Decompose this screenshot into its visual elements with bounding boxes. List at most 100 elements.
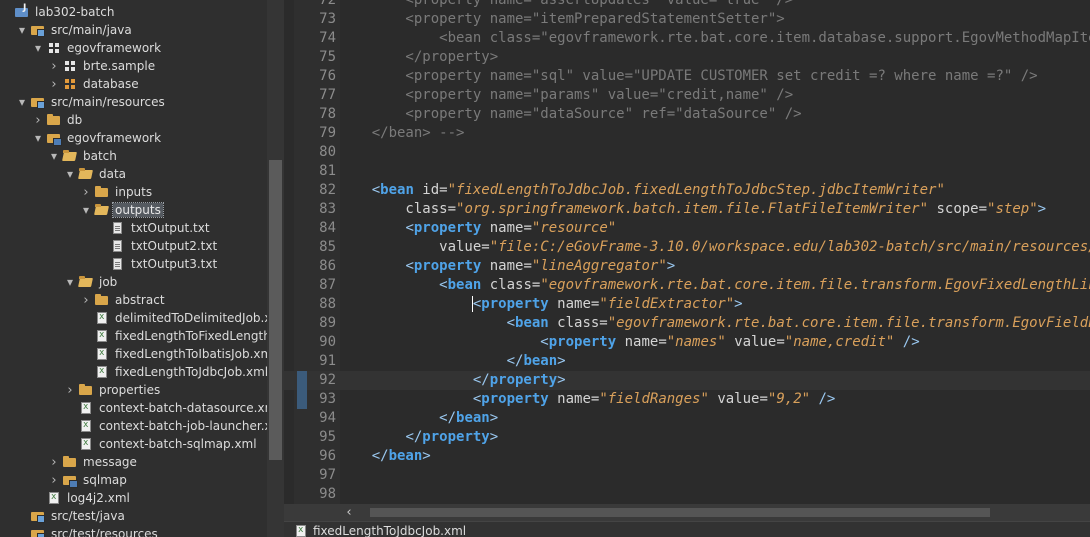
tree-item[interactable]: src/test/resources — [0, 525, 267, 537]
tree-item[interactable]: fixedLengthToFixedLengthJob — [0, 327, 267, 345]
tree-item[interactable]: outputs — [0, 201, 267, 219]
tree-item[interactable]: txtOutput2.txt — [0, 237, 267, 255]
code-line[interactable]: 95 </property> — [284, 428, 1090, 447]
chevron-right-icon[interactable] — [48, 59, 60, 73]
code-text[interactable]: </property> — [338, 48, 498, 67]
code-line[interactable]: 77 <property name="params" value="credit… — [284, 86, 1090, 105]
code-line[interactable]: 79 </bean> --> — [284, 124, 1090, 143]
chevron-down-icon[interactable] — [16, 95, 28, 109]
tree-item[interactable]: delimitedToDelimitedJob.xml — [0, 309, 267, 327]
xml-editor[interactable]: 72 <property name="assertUpdates" value=… — [284, 0, 1090, 504]
chevron-down-icon[interactable] — [48, 149, 60, 163]
code-line[interactable]: 89 <bean class="egovframework.rte.bat.co… — [284, 314, 1090, 333]
tree-item[interactable]: context-batch-datasource.xml — [0, 399, 267, 417]
code-line[interactable]: 72 <property name="assertUpdates" value=… — [284, 0, 1090, 10]
code-text[interactable]: </property> — [338, 428, 498, 447]
code-line[interactable]: 86 <property name="lineAggregator"> — [284, 257, 1090, 276]
code-text[interactable]: <bean id="fixedLengthToJdbcJob.fixedLeng… — [338, 181, 945, 200]
code-text[interactable]: </bean> — [338, 447, 431, 466]
chevron-right-icon[interactable] — [48, 455, 60, 469]
tree-item[interactable]: properties — [0, 381, 267, 399]
code-text[interactable]: <property name="names" value="name,credi… — [338, 333, 919, 352]
code-line[interactable]: 92 </property> — [284, 371, 1090, 390]
code-line[interactable]: 75 </property> — [284, 48, 1090, 67]
code-line[interactable]: 97 — [284, 466, 1090, 485]
tree-item[interactable]: txtOutput.txt — [0, 219, 267, 237]
code-line[interactable]: 76 <property name="sql" value="UPDATE CU… — [284, 67, 1090, 86]
code-line[interactable]: 96 </bean> — [284, 447, 1090, 466]
code-text[interactable]: value="file:C:/eGovFrame-3.10.0/workspac… — [338, 238, 1090, 257]
tree-item[interactable]: batch — [0, 147, 267, 165]
tree-item[interactable]: abstract — [0, 291, 267, 309]
chevron-right-icon[interactable] — [48, 77, 60, 91]
code-text[interactable]: <property name="fieldRanges" value="9,2"… — [338, 390, 836, 409]
tree-item[interactable]: fixedLengthToJdbcJob.xml — [0, 363, 267, 381]
code-line[interactable]: 78 <property name="dataSource" ref="data… — [284, 105, 1090, 124]
chevron-down-icon[interactable] — [80, 203, 92, 217]
code-text[interactable]: </bean> — [338, 409, 498, 428]
chevron-down-icon[interactable] — [32, 131, 44, 145]
code-line[interactable]: 81 — [284, 162, 1090, 181]
tree-item[interactable]: src/test/java — [0, 507, 267, 525]
code-text[interactable]: </property> — [338, 371, 566, 390]
chevron-right-icon[interactable] — [48, 473, 60, 487]
code-line[interactable]: 98 — [284, 485, 1090, 504]
code-line[interactable]: 73 <property name="itemPreparedStatement… — [284, 10, 1090, 29]
editor-horizontal-scrollbar[interactable]: ‹ — [284, 504, 1090, 521]
code-text[interactable]: <property name="params" value="credit,na… — [338, 86, 793, 105]
scroll-left-arrow-icon[interactable]: ‹ — [342, 504, 356, 521]
code-line[interactable]: 93 <property name="fieldRanges" value="9… — [284, 390, 1090, 409]
code-text[interactable]: <property name="dataSource" ref="dataSou… — [338, 105, 801, 124]
code-text[interactable]: <bean class="egovframework.rte.bat.core.… — [338, 29, 1090, 48]
tree-item[interactable]: database — [0, 75, 267, 93]
tree-item[interactable]: message — [0, 453, 267, 471]
chevron-right-icon[interactable] — [80, 293, 92, 307]
tree-item[interactable]: db — [0, 111, 267, 129]
tree-item[interactable]: context-batch-job-launcher.xml — [0, 417, 267, 435]
chevron-right-icon[interactable] — [64, 383, 76, 397]
tab-fixedLengthToJdbcJob[interactable]: fixedLengthToJdbcJob.xml — [294, 524, 466, 537]
code-line[interactable]: 88 <property name="fieldExtractor"> — [284, 295, 1090, 314]
code-line[interactable]: 94 </bean> — [284, 409, 1090, 428]
code-text[interactable]: <property name="fieldExtractor"> — [338, 295, 743, 314]
code-text[interactable]: </bean> — [338, 352, 566, 371]
editor-hscroll-thumb[interactable] — [370, 508, 990, 517]
chevron-down-icon[interactable] — [32, 41, 44, 55]
tree-item[interactable]: sqlmap — [0, 471, 267, 489]
code-line[interactable]: 90 <property name="names" value="name,cr… — [284, 333, 1090, 352]
code-text[interactable]: <property name="sql" value="UPDATE CUSTO… — [338, 67, 1037, 86]
code-line[interactable]: 87 <bean class="egovframework.rte.bat.co… — [284, 276, 1090, 295]
code-text[interactable]: class="org.springframework.batch.item.fi… — [338, 200, 1046, 219]
tree-item[interactable]: lab302-batch — [0, 3, 267, 21]
tree-item[interactable]: inputs — [0, 183, 267, 201]
tree-item[interactable]: brte.sample — [0, 57, 267, 75]
code-line[interactable]: 91 </bean> — [284, 352, 1090, 371]
code-text[interactable]: <property name="assertUpdates" value="tr… — [338, 0, 793, 10]
code-line[interactable]: 82 <bean id="fixedLengthToJdbcJob.fixedL… — [284, 181, 1090, 200]
tree-item[interactable]: job — [0, 273, 267, 291]
chevron-down-icon[interactable] — [64, 275, 76, 289]
explorer-scroll-thumb[interactable] — [269, 160, 282, 460]
code-line[interactable]: 84 <property name="resource" — [284, 219, 1090, 238]
code-line[interactable]: 83 class="org.springframework.batch.item… — [284, 200, 1090, 219]
code-text[interactable]: <property name="resource" — [338, 219, 616, 238]
tree-item[interactable]: log4j2.xml — [0, 489, 267, 507]
code-text[interactable]: <bean class="egovframework.rte.bat.core.… — [338, 314, 1090, 333]
chevron-down-icon[interactable] — [64, 167, 76, 181]
tree-item[interactable]: egovframework — [0, 39, 267, 57]
chevron-right-icon[interactable] — [80, 185, 92, 199]
explorer-vertical-scrollbar[interactable] — [267, 0, 284, 537]
tree-item[interactable]: egovframework — [0, 129, 267, 147]
tree-item[interactable]: src/main/resources — [0, 93, 267, 111]
code-line[interactable]: 80 — [284, 143, 1090, 162]
chevron-right-icon[interactable] — [32, 113, 44, 127]
code-text[interactable]: <bean class="egovframework.rte.bat.core.… — [338, 276, 1090, 295]
code-line[interactable]: 85 value="file:C:/eGovFrame-3.10.0/works… — [284, 238, 1090, 257]
tree-item[interactable]: txtOutput3.txt — [0, 255, 267, 273]
code-text[interactable]: <property name="lineAggregator"> — [338, 257, 675, 276]
code-text[interactable]: <property name="itemPreparedStatementSet… — [338, 10, 784, 29]
tree-item[interactable]: src/main/java — [0, 21, 267, 39]
code-text[interactable]: </bean> --> — [338, 124, 465, 143]
tree-item[interactable]: context-batch-sqlmap.xml — [0, 435, 267, 453]
tree-item[interactable]: fixedLengthToIbatisJob.xml — [0, 345, 267, 363]
